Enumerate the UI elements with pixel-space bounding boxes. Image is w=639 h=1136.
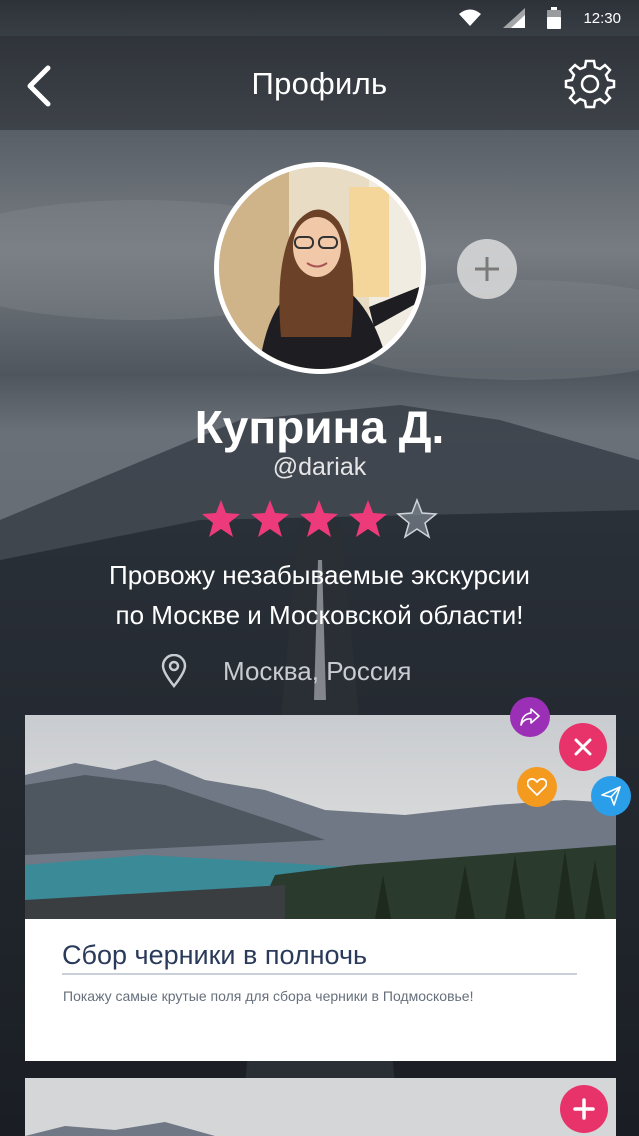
status-bar: 12:30 xyxy=(0,0,639,36)
location-text: Москва, Россия xyxy=(223,656,412,686)
tour-card-image xyxy=(25,1078,616,1136)
add-button[interactable] xyxy=(560,1085,608,1133)
tour-card[interactable] xyxy=(25,1078,616,1136)
status-time: 12:30 xyxy=(583,9,621,27)
close-icon xyxy=(574,738,592,756)
heart-icon xyxy=(527,778,547,796)
send-button[interactable] xyxy=(591,776,631,816)
tour-card[interactable]: Сбор черники в полночь Покажу самые крут… xyxy=(25,715,616,1061)
tour-card-image xyxy=(25,715,616,919)
star-filled-icon xyxy=(300,500,338,537)
battery-icon xyxy=(547,7,562,29)
location-pin-icon xyxy=(161,654,187,688)
profile-bio: Провожу незабываемые экскурсии по Москве… xyxy=(40,555,599,635)
star-filled-icon xyxy=(251,500,289,537)
share-button[interactable] xyxy=(510,697,550,737)
profile-photo xyxy=(219,167,421,369)
profile-bio-line-1: Провожу незабываемые экскурсии xyxy=(109,560,530,590)
gear-icon xyxy=(564,59,616,109)
avatar[interactable] xyxy=(214,162,426,374)
profile-bio-line-2: по Москве и Московской области! xyxy=(115,600,524,630)
close-button[interactable] xyxy=(559,723,607,771)
star-empty-icon xyxy=(396,498,438,539)
plus-icon xyxy=(475,257,499,281)
profile-name: Куприна Д. xyxy=(194,401,445,453)
like-button[interactable] xyxy=(517,767,557,807)
rating-stars xyxy=(200,498,440,542)
tour-description: Покажу самые крутые поля для сбора черни… xyxy=(63,988,474,1004)
star-filled-icon xyxy=(349,500,387,537)
add-photo-button[interactable] xyxy=(457,239,517,299)
profile-location: Москва, Россия xyxy=(160,652,480,692)
tour-title[interactable]: Сбор черники в полночь xyxy=(62,940,577,975)
settings-button[interactable] xyxy=(564,58,616,110)
nav-bar: Профиль xyxy=(0,36,639,130)
profile-handle: @dariak xyxy=(272,453,367,481)
star-filled-icon xyxy=(202,500,240,537)
plus-icon xyxy=(573,1098,595,1120)
signal-icon xyxy=(503,8,526,28)
wifi-icon xyxy=(459,9,482,27)
page-title: Профиль xyxy=(251,66,388,101)
send-icon xyxy=(601,786,621,806)
share-icon xyxy=(520,708,540,726)
